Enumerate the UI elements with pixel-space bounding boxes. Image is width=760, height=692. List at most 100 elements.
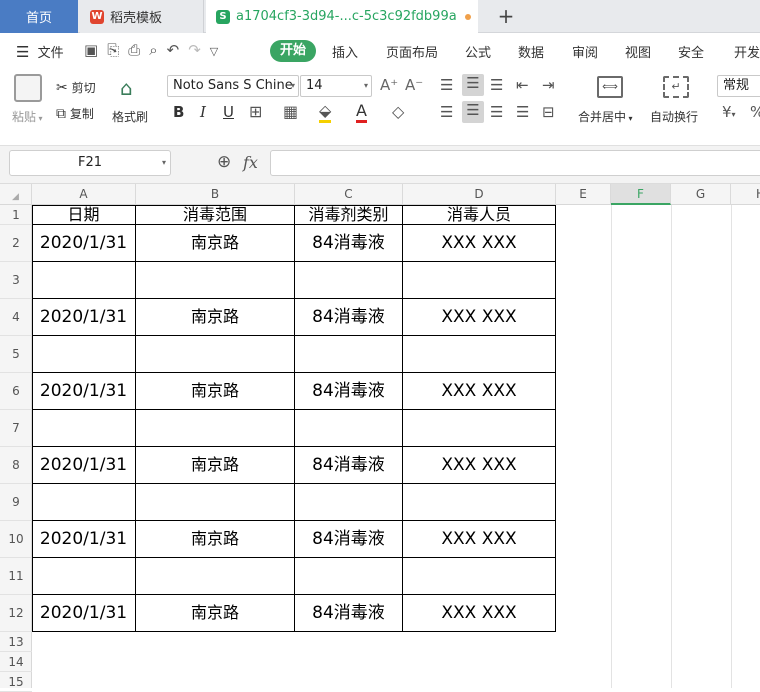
- format-painter-icon[interactable]: ⌂: [120, 76, 133, 100]
- column-header-d[interactable]: D: [403, 184, 556, 205]
- table-cell[interactable]: 2020/1/31: [32, 595, 136, 632]
- table-cell[interactable]: 南京路: [136, 299, 295, 336]
- empty-cell[interactable]: [32, 484, 136, 521]
- empty-cell[interactable]: [136, 558, 295, 595]
- menu-data-tab[interactable]: 数据: [518, 42, 544, 61]
- table-cell[interactable]: 84消毒液: [295, 595, 403, 632]
- font-size-select[interactable]: 14 ▾: [300, 75, 372, 97]
- table-cell[interactable]: 南京路: [136, 373, 295, 410]
- new-tab-button[interactable]: +: [494, 4, 518, 28]
- table-cell[interactable]: 84消毒液: [295, 299, 403, 336]
- row-header[interactable]: 10: [0, 521, 32, 558]
- cut-button[interactable]: ✂ 剪切: [56, 79, 96, 96]
- row-header[interactable]: 6: [0, 373, 32, 410]
- decrease-font-icon[interactable]: A⁻: [405, 76, 423, 94]
- table-cell[interactable]: 84消毒液: [295, 225, 403, 262]
- print-preview-icon[interactable]: ⌕: [149, 41, 166, 59]
- redo-icon[interactable]: ↷: [188, 41, 210, 59]
- column-header-e[interactable]: E: [556, 184, 611, 205]
- empty-cell[interactable]: [403, 558, 556, 595]
- indent-increase-icon[interactable]: ⇥: [542, 76, 555, 94]
- print-icon[interactable]: ⎙: [128, 41, 149, 59]
- empty-cell[interactable]: [32, 558, 136, 595]
- align-bottom-icon[interactable]: ☰: [490, 76, 503, 94]
- zoom-formula-icon[interactable]: ⊕: [217, 152, 231, 172]
- table-header-cell[interactable]: 消毒人员: [403, 205, 556, 225]
- table-cell[interactable]: 2020/1/31: [32, 299, 136, 336]
- align-middle-icon[interactable]: ☰: [462, 74, 484, 96]
- column-header-b[interactable]: B: [136, 184, 295, 205]
- table-cell[interactable]: 南京路: [136, 225, 295, 262]
- table-header-cell[interactable]: 消毒范围: [136, 205, 295, 225]
- row-header[interactable]: 5: [0, 336, 32, 373]
- format-painter-button[interactable]: 格式刷: [112, 108, 148, 125]
- cell-style-icon[interactable]: ▦: [283, 102, 298, 121]
- menu-view-tab[interactable]: 视图: [625, 42, 651, 61]
- table-cell[interactable]: XXX XXX: [403, 521, 556, 558]
- empty-cell[interactable]: [295, 262, 403, 299]
- export-icon[interactable]: ⎘: [107, 41, 128, 59]
- justify-icon[interactable]: ☰: [516, 103, 529, 121]
- empty-cell[interactable]: [295, 484, 403, 521]
- menu-security-tab[interactable]: 安全: [678, 42, 704, 61]
- empty-cell[interactable]: [136, 410, 295, 447]
- table-cell[interactable]: XXX XXX: [403, 225, 556, 262]
- column-header-f[interactable]: F: [611, 184, 671, 205]
- menu-start-tab[interactable]: 开始: [270, 40, 316, 62]
- table-cell[interactable]: 2020/1/31: [32, 225, 136, 262]
- table-cell[interactable]: 84消毒液: [295, 447, 403, 484]
- wrap-text-icon[interactable]: ↵: [663, 76, 689, 98]
- tab-template[interactable]: W 稻壳模板: [80, 0, 204, 33]
- percent-icon[interactable]: %: [750, 103, 760, 121]
- align-right-icon[interactable]: ☰: [490, 103, 503, 121]
- table-cell[interactable]: 2020/1/31: [32, 521, 136, 558]
- empty-cell[interactable]: [136, 262, 295, 299]
- underline-icon[interactable]: U: [223, 103, 234, 121]
- fill-color-icon[interactable]: ⬙: [319, 101, 332, 123]
- menu-insert-tab[interactable]: 插入: [332, 42, 358, 61]
- row-header[interactable]: 13: [0, 632, 32, 652]
- empty-cell[interactable]: [32, 262, 136, 299]
- clear-format-icon[interactable]: ◇: [392, 102, 404, 121]
- table-cell[interactable]: 2020/1/31: [32, 373, 136, 410]
- increase-font-icon[interactable]: A⁺: [380, 76, 398, 94]
- table-cell[interactable]: XXX XXX: [403, 373, 556, 410]
- table-cell[interactable]: XXX XXX: [403, 299, 556, 336]
- table-cell[interactable]: XXX XXX: [403, 447, 556, 484]
- row-header[interactable]: 4: [0, 299, 32, 336]
- clipboard-icon[interactable]: [14, 74, 42, 102]
- table-cell[interactable]: 2020/1/31: [32, 447, 136, 484]
- menu-developer-tab[interactable]: 开发: [734, 42, 760, 61]
- column-header-g[interactable]: G: [671, 184, 731, 205]
- wrap-text-button[interactable]: 自动换行: [650, 108, 698, 125]
- fx-button[interactable]: fx: [243, 153, 258, 172]
- row-header[interactable]: 11: [0, 558, 32, 595]
- align-top-icon[interactable]: ☰: [440, 76, 453, 94]
- row-header[interactable]: 14: [0, 652, 32, 672]
- align-center-icon[interactable]: ☰: [462, 101, 484, 123]
- merge-center-button[interactable]: 合并居中 ▾: [578, 108, 633, 125]
- empty-cell[interactable]: [32, 336, 136, 373]
- formula-input[interactable]: [270, 150, 760, 176]
- tab-home[interactable]: 首页: [0, 0, 78, 33]
- empty-cell[interactable]: [403, 336, 556, 373]
- row-header[interactable]: 7: [0, 410, 32, 447]
- tab-document[interactable]: S a1704cf3-3d94-...c-5c3c92fdb99a: [206, 0, 478, 33]
- empty-cell[interactable]: [295, 410, 403, 447]
- empty-cell[interactable]: [403, 410, 556, 447]
- empty-cell[interactable]: [136, 336, 295, 373]
- column-header-h[interactable]: H: [731, 184, 760, 205]
- align-left-icon[interactable]: ☰: [440, 103, 453, 121]
- distributed-align-icon[interactable]: ⊟: [542, 103, 555, 121]
- empty-cell[interactable]: [136, 484, 295, 521]
- empty-cell[interactable]: [403, 262, 556, 299]
- row-header[interactable]: 3: [0, 262, 32, 299]
- undo-icon[interactable]: ↶: [167, 41, 189, 59]
- menu-page-layout-tab[interactable]: 页面布局: [386, 42, 438, 61]
- empty-cell[interactable]: [295, 336, 403, 373]
- font-color-icon[interactable]: A: [356, 101, 367, 123]
- table-cell[interactable]: XXX XXX: [403, 595, 556, 632]
- more-dropdown-icon[interactable]: ▽: [210, 45, 227, 58]
- bold-icon[interactable]: B: [173, 103, 184, 121]
- row-header[interactable]: 2: [0, 225, 32, 262]
